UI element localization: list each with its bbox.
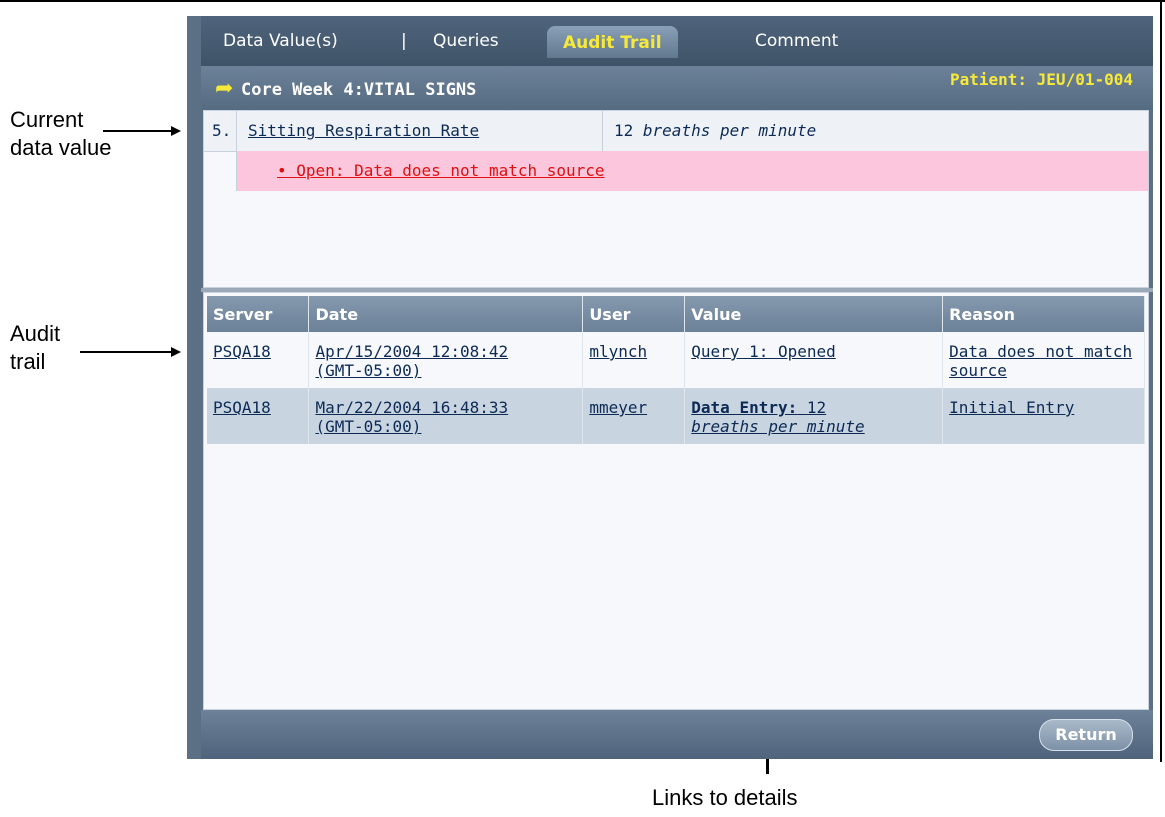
timezone-text: (GMT-05:00) <box>315 417 422 436</box>
timezone-text: (GMT-05:00) <box>315 361 422 380</box>
column-header-date: Date <box>308 296 584 332</box>
top-border-line <box>0 0 1165 2</box>
item-value-number: 12 <box>614 121 634 140</box>
audit-window: Data Value(s) | Queries Audit Trail Comm… <box>187 16 1153 759</box>
column-header-user: User <box>582 296 686 332</box>
item-value-unit: breaths per minute <box>642 121 817 140</box>
annotation-current-data-value: Current data value <box>10 106 112 162</box>
date-link[interactable]: Mar/22/2004 16:48:33 (GMT-05:00) <box>315 398 508 436</box>
annotation-links-to-details: Links to details <box>652 785 798 810</box>
audit-table: Server Date User Value Reason PSQA18 Apr… <box>207 296 1145 444</box>
annotation-text: Audit <box>10 321 61 346</box>
current-data-panel: 5. Sitting Respiration Rate 12 breaths p… <box>203 110 1149 288</box>
annotation-arrow <box>80 351 171 353</box>
tab-audit-trail[interactable]: Audit Trail <box>547 26 678 58</box>
audit-trail-panel: Server Date User Value Reason PSQA18 Apr… <box>203 292 1149 710</box>
form-header: ➦ Core Week 4:VITAL SIGNS Patient: JEU/0… <box>201 66 1153 110</box>
column-header-reason: Reason <box>942 296 1145 332</box>
tab-bar: Data Value(s) | Queries Audit Trail Comm… <box>201 16 1153 66</box>
reason-link[interactable]: Data does not match source <box>949 342 1132 380</box>
value-link[interactable]: Query 1: Opened <box>691 342 836 361</box>
return-button[interactable]: Return <box>1039 719 1133 751</box>
up-arrow-icon[interactable]: ➦ <box>215 78 233 100</box>
tab-data-values[interactable]: Data Value(s) <box>223 28 338 54</box>
item-label-link[interactable]: Sitting Respiration Rate <box>248 121 479 140</box>
value-link[interactable]: Data Entry: 12 breaths per minute <box>691 398 864 436</box>
query-text: Open: Data does not match source <box>296 161 605 180</box>
tab-separator: | <box>401 31 407 51</box>
open-query-link[interactable]: • Open: Data does not match source <box>277 161 605 180</box>
item-number: 5. <box>212 121 232 140</box>
annotation-text: data value <box>10 135 112 160</box>
table-header-row: Server Date User Value Reason <box>207 296 1145 332</box>
tab-comment[interactable]: Comment <box>755 28 838 54</box>
user-link[interactable]: mlynch <box>589 342 647 361</box>
right-border-line <box>1160 0 1162 762</box>
bullet-icon: • <box>277 161 287 180</box>
annotation-audit-trail: Audit trail <box>10 320 60 376</box>
reason-link[interactable]: Initial Entry <box>949 398 1074 417</box>
value-unit: breaths per minute <box>691 417 865 436</box>
annotation-text: Current <box>10 107 84 132</box>
column-header-value: Value <box>684 296 944 332</box>
query-row: • Open: Data does not match source <box>237 151 1148 191</box>
column-divider <box>602 111 603 151</box>
annotation-arrow-head <box>171 126 181 136</box>
date-link[interactable]: Apr/15/2004 12:08:42 (GMT-05:00) <box>315 342 508 380</box>
item-value: 12 breaths per minute <box>614 121 816 140</box>
table-row: PSQA18 Apr/15/2004 12:08:42 (GMT-05:00) m… <box>207 332 1145 388</box>
value-number: 12 <box>806 398 827 417</box>
form-title: Core Week 4:VITAL SIGNS <box>241 80 477 100</box>
date-text: Apr/15/2004 12:08:42 <box>315 342 509 361</box>
column-header-server: Server <box>207 296 310 332</box>
annotation-arrow <box>103 130 171 132</box>
date-text: Mar/22/2004 16:48:33 <box>315 398 509 417</box>
patient-id: Patient: JEU/01-004 <box>949 70 1133 89</box>
annotation-arrow-head <box>171 347 181 357</box>
annotation-text: trail <box>10 349 46 374</box>
user-link[interactable]: mmeyer <box>589 398 647 417</box>
tab-queries[interactable]: Queries <box>433 28 499 54</box>
server-link[interactable]: PSQA18 <box>213 398 271 417</box>
value-prefix: Data Entry: <box>691 398 798 417</box>
footer-bar: Return <box>201 710 1153 759</box>
table-row: PSQA18 Mar/22/2004 16:48:33 (GMT-05:00) m… <box>207 388 1145 444</box>
server-link[interactable]: PSQA18 <box>213 342 271 361</box>
